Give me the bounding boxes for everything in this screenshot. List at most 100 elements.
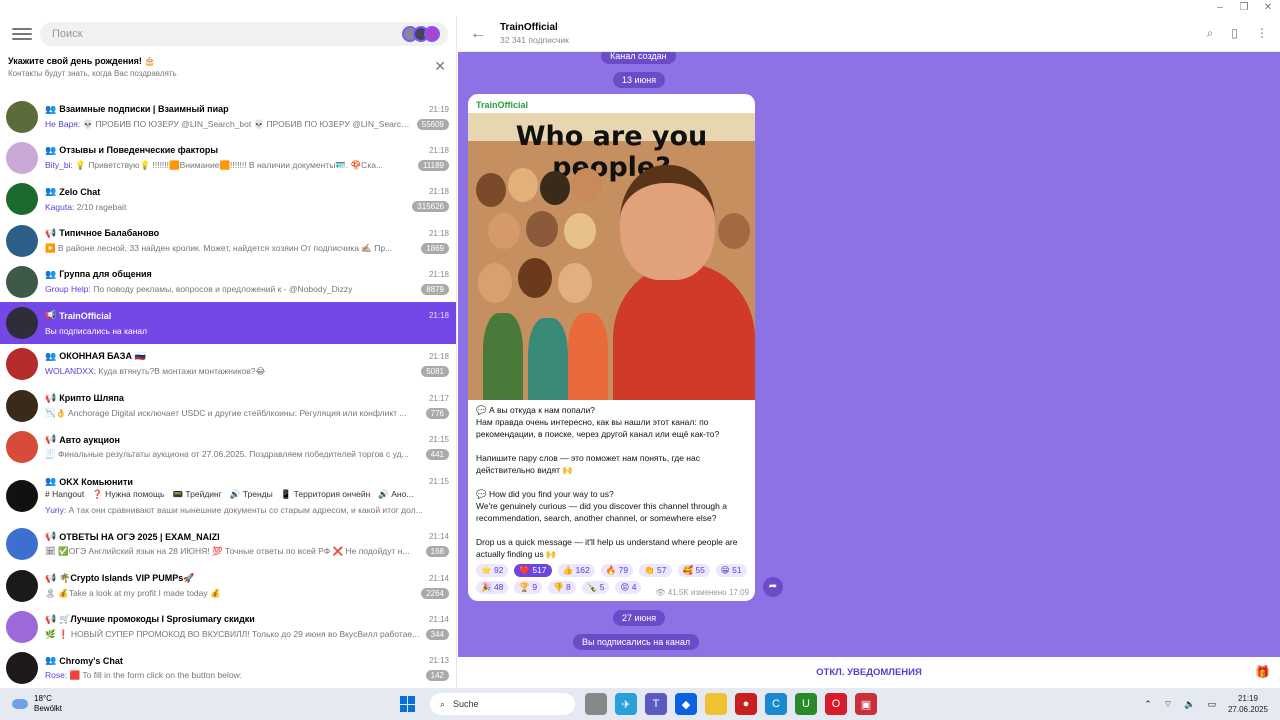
folder-icon[interactable] [705,693,727,715]
chat-list-item[interactable]: 📢 🛒Лучшие промокоды I Sprosiumary скидки 2… [0,606,456,647]
taskbar-search[interactable]: ⌕ Suche [430,693,575,715]
topic-chip[interactable]: # Hangout [45,489,84,502]
windows-start-icon[interactable] [400,696,416,712]
chat-sender: Не Варя: [45,118,81,129]
chat-sender: Rose: [45,670,68,681]
app-icon-active[interactable]: ▣ [855,693,877,715]
minimize-button[interactable]: – [1208,0,1232,16]
reaction-chip[interactable]: 🏆 9 [514,581,543,594]
post-paragraph-4: Drop us a quick message — it'll help us … [476,537,738,559]
chat-type-icon: 📢 [45,572,57,583]
telegram-icon[interactable]: ✈ [615,693,637,715]
reaction-chip[interactable]: 👎 8 [548,581,576,594]
chat-preview-text: 💀 ПРОБИВ ПО ЮЗЕРУ @LIN_Search_bot 💀 ПРОБ… [82,118,413,129]
post-image[interactable]: Who are you people? [468,113,755,400]
chat-avatar [6,528,38,561]
chat-preview: 🧾 Финальные результаты аукциона от 27.06… [45,449,422,460]
chat-list-item[interactable]: 📢 Типичное Балабаново 21:18 ▶️ В районе лес… [0,220,456,261]
back-arrow-icon[interactable]: ← [470,25,486,43]
chat-list-item[interactable]: 📢 TrainOfficial 21:18 Вы подписались на кан… [0,302,456,344]
more-options-icon[interactable]: ⋮ [1256,26,1268,41]
chat-list-item[interactable]: 📢 Крипто Шляпа 21:17 📉👌 Anchorage Digital и… [0,385,456,426]
chat-list-item[interactable]: 👥 Группа для общения 21:18 Group Help: По п… [0,261,456,302]
search-input[interactable]: Поиск [40,22,448,46]
channel-subscribers: 32 341 подписчик [500,35,569,45]
hamburger-menu-icon[interactable] [12,24,32,44]
chat-list-item[interactable]: 📢 Авто аукцион 21:15 🧾 Финальные результаты… [0,426,456,467]
close-button[interactable]: ✕ [1256,0,1280,16]
clock[interactable]: 21:19 27.06.2025 [1228,693,1268,715]
reaction-chip[interactable]: 👍 162 [557,564,595,577]
channel-title[interactable]: TrainOfficial [500,22,569,33]
weather-temp: 18°C [34,694,52,703]
search-icon[interactable]: ⌕ [1207,26,1214,41]
teams-icon[interactable]: T [645,693,667,715]
post-source[interactable]: TrainOfficial [468,94,755,113]
chat-type-icon: 👥 [45,476,57,487]
reaction-chip[interactable]: ⭐ 92 [476,564,509,577]
channel-post[interactable]: TrainOfficial Who are you people? 💬 А вы… [468,94,755,601]
forward-icon[interactable]: ➦ [763,577,783,597]
chat-name: ОТВЕТЫ НА ОГЭ 2025 | EXAM_NAIZI [59,531,220,542]
chat-type-icon: 📢 [45,434,57,445]
reaction-chip[interactable]: 🥰 55 [677,564,710,577]
stories-avatars[interactable] [402,26,440,42]
chat-time: 21:18 [428,187,449,197]
chat-type-icon: 👥 [45,655,57,666]
chevron-up-icon[interactable]: ⌃ [1144,699,1152,710]
topic-chip[interactable]: 🔊 Тренды [230,489,273,502]
bottom-bar: ОТКЛ. УВЕДОМЛЕНИЯ 🎁 [458,657,1280,688]
reaction-chip[interactable]: ❤️ 517 [514,564,552,577]
chat-list-item[interactable]: 📢 🌴Crypto Islands VIP PUMPs🚀 21:14 🏝 💰Take … [0,565,456,606]
chat-list-item[interactable]: 👥 OKX Комьюнити 21:15 # Hangout ❓ Нужна помо… [0,468,456,524]
reaction-chip[interactable]: 😡 4 [615,581,642,594]
task-view-icon[interactable] [585,693,607,715]
topic-chip[interactable]: 📟 Трейдинг [172,489,221,502]
reaction-chip[interactable]: 👏 57 [639,564,672,577]
birthday-banner[interactable]: Укажите свой день рождения! 🎂 Контакты б… [0,52,456,96]
chat-list-item[interactable]: 👥 ОКОННАЯ БАЗА 🇷🇺 21:18 WOLANDXX: Куда втян… [0,344,456,385]
edited-label: изменено 17:09 [690,588,749,597]
reaction-chip[interactable]: 🎉 48 [476,581,509,594]
unread-badge: 344 [425,628,449,640]
chat-time: 21:15 [428,435,449,445]
chat-list-item[interactable]: 📢 ОТВЕТЫ НА ОГЭ 2025 | EXAM_NAIZI 21:14 🗓 ✅… [0,524,456,565]
ccleaner-icon[interactable]: C [765,693,787,715]
reaction-chip[interactable]: 😁 51 [715,564,747,577]
chat-sender: Bity_bi: [45,159,73,170]
chat-list-panel: Поиск Укажите свой день рождения! 🎂 Конт… [0,16,457,688]
chat-preview: Rose: 🟥 To fill in the form click on the… [45,670,422,681]
topic-chip[interactable]: 📱 Территория ончейн [281,489,371,502]
topic-chip[interactable]: ❓ Нужна помощь [92,489,164,502]
post-paragraph-3: 💬 How did you find your way to us? We're… [476,489,727,523]
chat-time: 21:18 [428,311,449,321]
volume-icon[interactable]: 🔈 [1184,699,1195,710]
reaction-chip[interactable]: 🍾 5 [581,581,610,594]
chat-type-icon: 📢 [45,531,57,542]
topic-chip[interactable]: 🔊 Ано... [378,489,413,502]
chat-list-item[interactable]: 👥 Chromy's Chat 21:13 Rose: 🟥 To fill in th… [0,648,456,688]
taskbar: 18°C Bewölkt ⌕ Suche ✈ T ◆ ● C U O ▣ ⌃ ⌔… [0,688,1280,720]
dropbox-icon[interactable]: ◆ [675,693,697,715]
mute-button[interactable]: ОТКЛ. УВЕДОМЛЕНИЯ [816,667,922,678]
wifi-icon[interactable]: ⌔ [1164,699,1172,710]
weather-widget[interactable]: 18°C Bewölkt [0,694,400,714]
gift-icon[interactable]: 🎁 [1255,665,1270,679]
chat-name: TrainOfficial [59,310,112,321]
chat-preview-text: Куда втянуть?В монтажи монтажников?😂 [98,366,266,377]
chat-preview: WOLANDXX: Куда втянуть?В монтажи монтажн… [45,366,417,377]
chat-list-item[interactable]: 👥 Zelo Chat 21:18 Kaguta: 2/10 ragebait 3156… [0,179,456,220]
battery-icon[interactable]: ▭ [1207,699,1216,710]
maximize-button[interactable]: ❐ [1232,0,1256,16]
chat-list-item[interactable]: 👥 Взаимные подписки | Взаимный пиар 21:19 Н… [0,96,456,137]
chat-time: 21:15 [428,477,449,487]
app-icon-red[interactable]: ● [735,693,757,715]
chat-preview: Yuriy: А так они сравнивают ваши нынешни… [45,505,449,515]
upwork-icon[interactable]: U [795,693,817,715]
reaction-chip[interactable]: 🔥 79 [600,564,634,577]
opera-icon[interactable]: O [825,693,847,715]
chat-preview: 📉👌 Anchorage Digital исключает USDC и др… [45,408,422,419]
chat-list-item[interactable]: 👥 Отзывы и Поведенческие факторы 21:18 Bity… [0,137,456,178]
sidebar-toggle-icon[interactable]: ▯ [1231,26,1238,41]
close-banner-icon[interactable]: ✕ [434,58,446,75]
